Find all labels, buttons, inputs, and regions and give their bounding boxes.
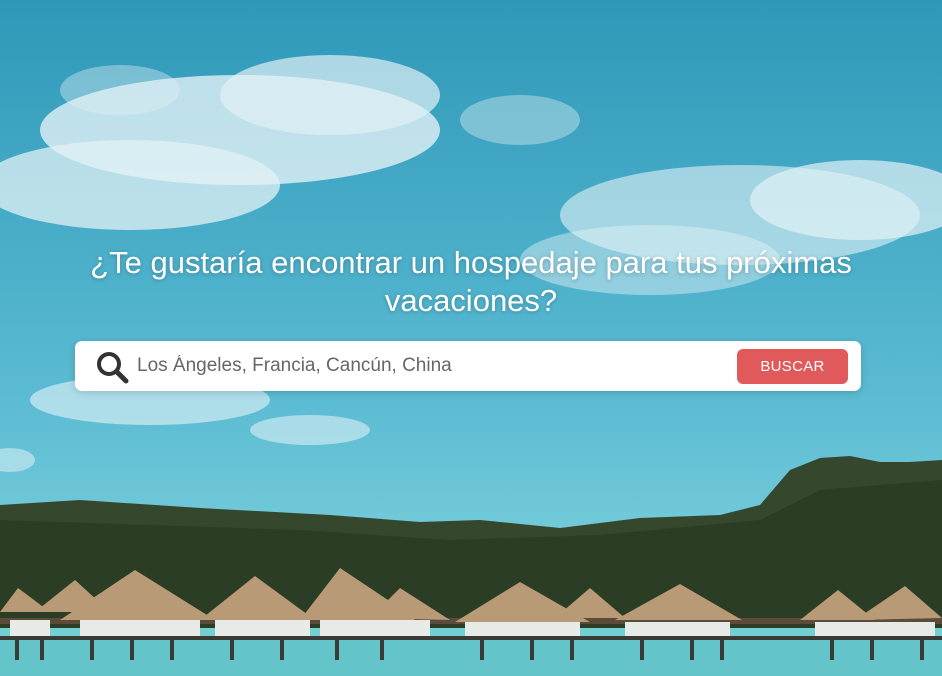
hero-headline: ¿Te gustaría encontrar un hospedaje para…: [90, 245, 852, 318]
search-button[interactable]: BUSCAR: [737, 349, 848, 384]
search-bar: BUSCAR: [75, 341, 861, 391]
background-scene: [0, 55, 942, 676]
search-icon: [97, 352, 129, 384]
search-input[interactable]: [137, 353, 717, 379]
hero-section: ¿Te gustaría encontrar un hospedaje para…: [0, 0, 942, 676]
